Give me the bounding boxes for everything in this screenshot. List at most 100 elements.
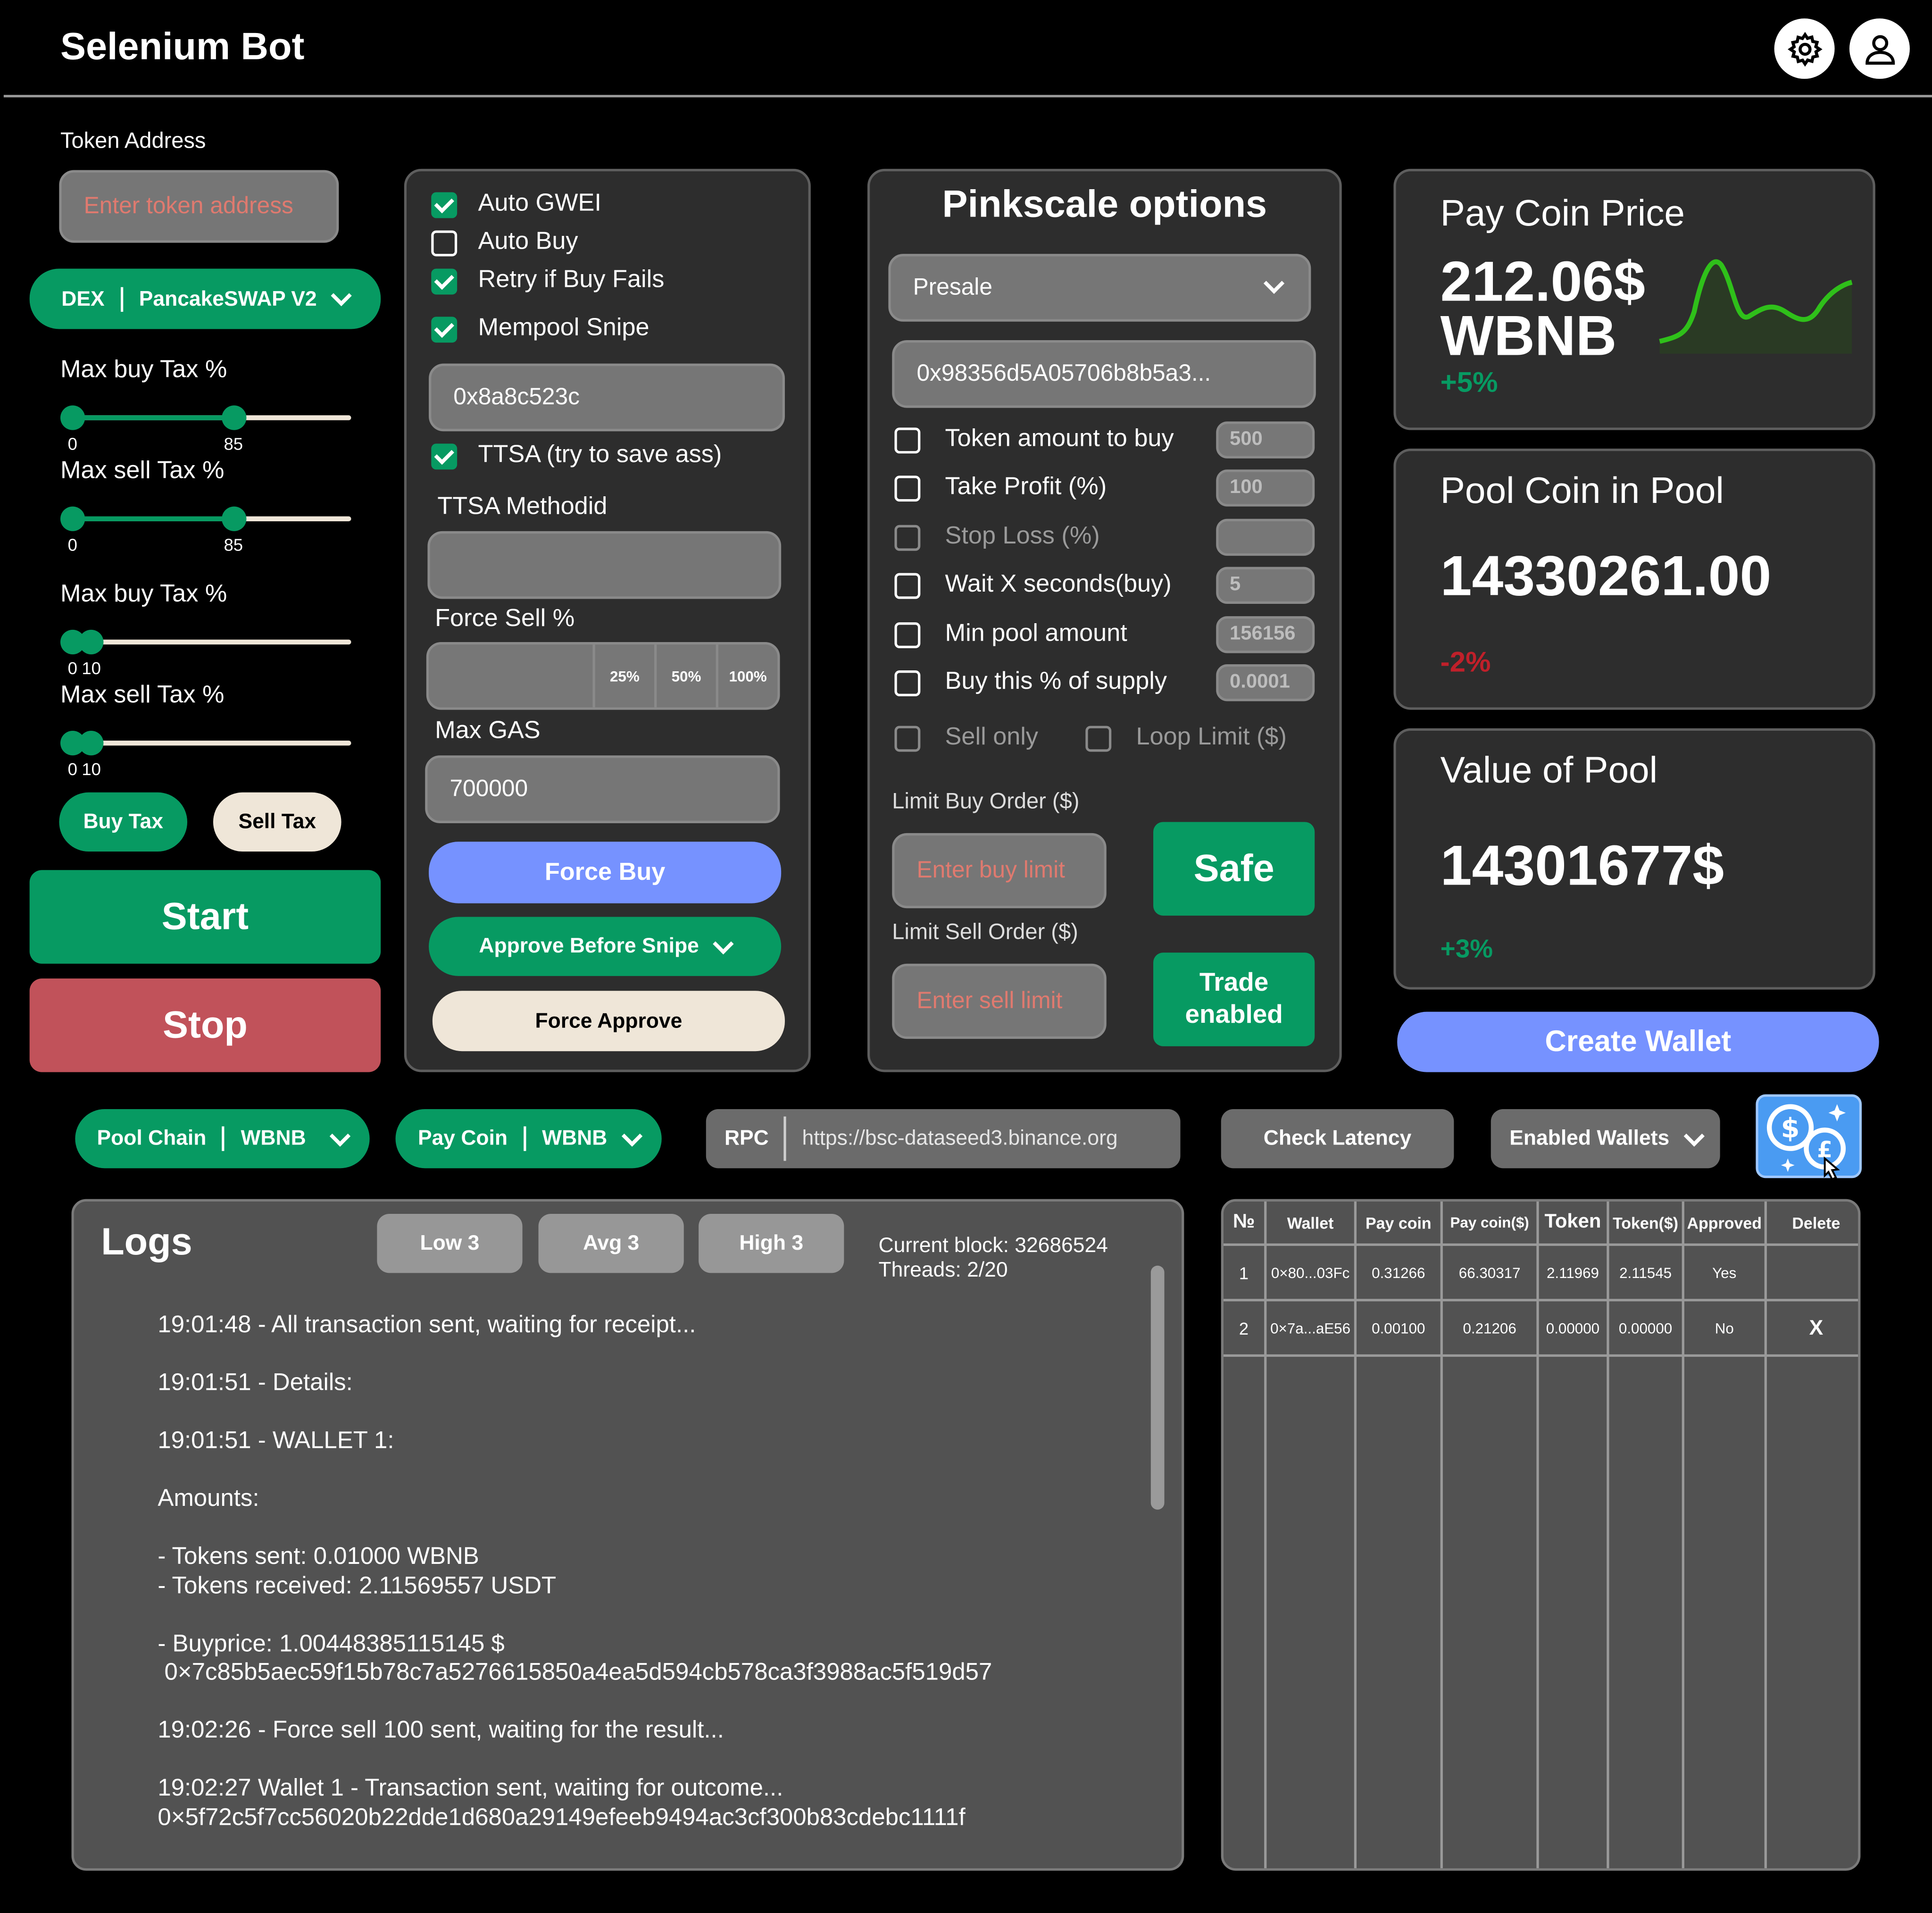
app-title: Selenium Bot — [60, 25, 305, 68]
log-line: 0×7c85b5aec59f15b78c7a5276615850a4ea5d59… — [158, 1659, 992, 1686]
enabled-wallets-select[interactable]: Enabled Wallets — [1491, 1109, 1720, 1169]
logs-scrollbar[interactable] — [1150, 1265, 1165, 1510]
force-sell-input[interactable] — [429, 644, 592, 707]
pinkscale-option-input[interactable]: 5 — [1216, 567, 1315, 604]
gas-avg-button[interactable]: Avg 3 — [538, 1214, 684, 1273]
pinkscale-option-input[interactable] — [1216, 518, 1315, 556]
stop-button[interactable]: Stop — [29, 978, 381, 1072]
check-latency-button[interactable]: Check Latency — [1221, 1109, 1454, 1169]
slider-label: Max sell Tax % — [60, 457, 225, 485]
ttsa-methodid-input[interactable] — [427, 531, 782, 599]
limit-sell-input[interactable]: Enter sell limit — [892, 963, 1107, 1039]
wallet-table-header: Approved — [1682, 1201, 1767, 1246]
retry-checkbox[interactable] — [431, 268, 458, 295]
wallet-table-empty-cell — [1764, 1354, 1858, 1869]
pinkscale-option-checkbox[interactable] — [894, 427, 921, 454]
wallet-table-cell: 0×80...03Fc — [1264, 1243, 1357, 1302]
pinkscale-option-input[interactable]: 156156 — [1216, 616, 1315, 653]
pinkscale-option-input[interactable]: 100 — [1216, 469, 1315, 507]
approve-before-snipe-select[interactable]: Approve Before Snipe — [429, 917, 782, 976]
pinkscale-mode-select[interactable]: Presale — [888, 254, 1311, 322]
create-wallet-button[interactable]: Create Wallet — [1397, 1011, 1879, 1072]
currency-exchange-button[interactable]: $ £ — [1756, 1094, 1862, 1181]
force-sell-100-button[interactable]: 100% — [716, 644, 778, 708]
token-address-input[interactable]: Enter token address — [59, 170, 339, 243]
pinkscale-option-input[interactable]: 500 — [1216, 421, 1315, 459]
pinkscale-option-checkbox[interactable] — [894, 476, 921, 502]
wallet-table-empty-cell — [1354, 1354, 1443, 1869]
force-approve-button[interactable]: Force Approve — [432, 991, 785, 1052]
wallet-table-empty-cell — [1682, 1354, 1767, 1869]
wallet-table-cell: Yes — [1682, 1243, 1767, 1302]
settings-button[interactable] — [1774, 18, 1835, 79]
pay-coin-change: +5% — [1440, 366, 1498, 398]
wallet-table-cell: 2.11545 — [1607, 1243, 1684, 1302]
loop-limit-checkbox[interactable] — [1085, 726, 1112, 752]
pinkscale-option-checkbox[interactable] — [894, 573, 921, 599]
pinkscale-title: Pinkscale options — [942, 182, 1267, 226]
pinkscale-option-label: Stop Loss (%) — [945, 522, 1100, 550]
dex-label: DEX — [61, 286, 105, 310]
header-divider — [3, 95, 1932, 98]
wallet-table-cell: 0.00000 — [1607, 1299, 1684, 1357]
force-sell-25-button[interactable]: 25% — [592, 644, 654, 708]
tax-slider[interactable] — [60, 405, 351, 430]
tax-slider[interactable] — [60, 731, 351, 756]
pinkscale-option-checkbox[interactable] — [894, 670, 921, 696]
wallet-table-cell: 0×7a...aE56 — [1264, 1299, 1357, 1357]
rpc-input[interactable]: https://bsc-dataseed3.binance.org — [802, 1127, 1118, 1151]
logs-content: 19:01:48 - All transaction sent, waiting… — [158, 1311, 1131, 1832]
pinkscale-option-input[interactable]: 0.0001 — [1216, 664, 1315, 702]
tax-slider[interactable] — [60, 506, 351, 531]
force-buy-button[interactable]: Force Buy — [429, 842, 782, 903]
dex-select[interactable]: DEX PancakeSWAP V2 — [29, 268, 381, 329]
mempool-checkbox[interactable] — [431, 317, 458, 343]
sell-only-checkbox[interactable] — [894, 726, 921, 752]
user-icon — [1865, 34, 1894, 64]
chevron-down-icon — [621, 1125, 642, 1146]
gas-low-button[interactable]: Low 3 — [377, 1214, 523, 1273]
slider-max-label: 85 — [224, 535, 243, 555]
pool-chain-select[interactable]: Pool Chain WBNB — [75, 1109, 370, 1169]
wallet-table-empty-row — [1223, 1354, 1858, 1869]
max-gas-input[interactable]: 700000 — [425, 755, 780, 823]
mempool-label: Mempool Snipe — [478, 314, 650, 342]
slider-max-thumb[interactable] — [221, 506, 246, 531]
safe-button[interactable]: Safe — [1153, 822, 1315, 916]
pinkscale-address-input[interactable]: 0x98356d5A05706b8b5a3... — [892, 340, 1316, 408]
profile-button[interactable] — [1849, 18, 1910, 79]
limit-buy-input[interactable]: Enter buy limit — [892, 833, 1107, 909]
sell-tax-button[interactable]: Sell Tax — [213, 792, 341, 852]
auto-buy-checkbox[interactable] — [431, 230, 458, 257]
delete-wallet-button[interactable]: X — [1764, 1299, 1858, 1357]
slider-min-label: 0 — [67, 434, 78, 454]
chevron-down-icon — [1683, 1125, 1705, 1146]
force-sell-50-button[interactable]: 50% — [654, 644, 716, 708]
ttsa-checkbox[interactable] — [431, 443, 458, 470]
pinkscale-option-checkbox[interactable] — [894, 622, 921, 649]
gas-high-button[interactable]: High 3 — [699, 1214, 844, 1273]
slider-max-thumb[interactable] — [221, 405, 246, 430]
wallet-table-cell: 0.31266 — [1354, 1243, 1443, 1302]
pay-coin-price-title: Pay Coin Price — [1440, 193, 1685, 234]
pinkscale-option-checkbox[interactable] — [894, 525, 921, 551]
slider-min-thumb[interactable] — [60, 506, 85, 531]
slider-max-thumb[interactable] — [79, 629, 104, 655]
pay-coin-select[interactable]: Pay Coin WBNB — [395, 1109, 662, 1169]
delete-wallet-button[interactable] — [1764, 1243, 1858, 1302]
slider-min-thumb[interactable] — [60, 405, 85, 430]
value-of-pool-value: 14301677$ — [1440, 833, 1724, 897]
start-button[interactable]: Start — [29, 870, 381, 964]
rpc-field: RPC https://bsc-dataseed3.binance.org — [706, 1109, 1181, 1169]
tax-slider[interactable] — [60, 629, 351, 655]
buy-tax-button[interactable]: Buy Tax — [59, 792, 188, 852]
trade-enabled-button[interactable]: Trade enabled — [1153, 952, 1315, 1046]
auto-gwei-checkbox[interactable] — [431, 192, 458, 218]
pool-chain-value: WBNB — [241, 1126, 306, 1150]
pay-coin-value: WBNB — [542, 1126, 608, 1150]
mempool-input[interactable]: 0x8a8c523c — [429, 363, 785, 432]
slider-max-thumb[interactable] — [79, 731, 104, 756]
